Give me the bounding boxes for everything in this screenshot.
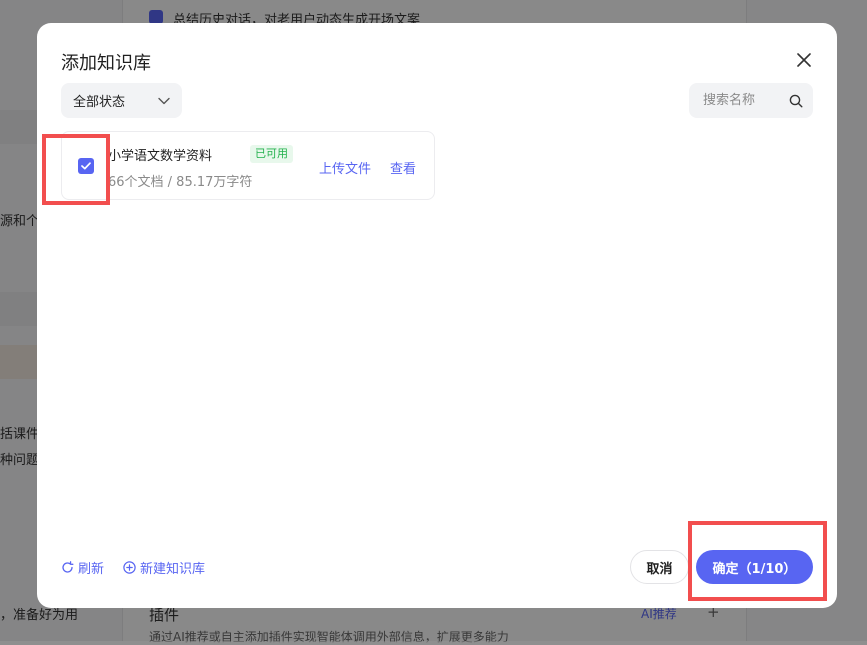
cancel-button[interactable]: 取消 <box>630 550 689 584</box>
close-button[interactable] <box>792 48 816 72</box>
search-box[interactable] <box>689 83 813 118</box>
view-link[interactable]: 查看 <box>390 158 416 177</box>
status-filter-select[interactable]: 全部状态 <box>61 83 182 118</box>
knowledge-base-name: 小学语文数学资料 <box>108 149 213 164</box>
search-input[interactable] <box>701 92 785 109</box>
refresh-label: 刷新 <box>78 562 105 577</box>
checkbox-highlight-box <box>42 134 110 205</box>
new-knowledge-base-button[interactable]: 新建知识库 <box>123 558 205 577</box>
refresh-button[interactable]: 刷新 <box>61 558 104 577</box>
knowledge-base-stats: 66个文档 / 85.17万字符 <box>108 175 253 190</box>
confirm-highlight-box <box>688 521 827 601</box>
refresh-icon <box>62 561 74 573</box>
status-filter-value: 全部状态 <box>73 95 126 110</box>
plus-circle-icon <box>123 561 136 574</box>
close-icon <box>797 53 811 67</box>
chevron-down-icon <box>158 97 170 104</box>
upload-file-link[interactable]: 上传文件 <box>319 158 371 177</box>
knowledge-base-card[interactable]: 小学语文数学资料 已可用 66个文档 / 85.17万字符 上传文件 查看 <box>61 131 435 200</box>
status-badge: 已可用 <box>250 145 293 163</box>
search-icon[interactable] <box>789 94 803 108</box>
new-knowledge-base-label: 新建知识库 <box>140 562 206 577</box>
dialog-title: 添加知识库 <box>61 53 151 74</box>
